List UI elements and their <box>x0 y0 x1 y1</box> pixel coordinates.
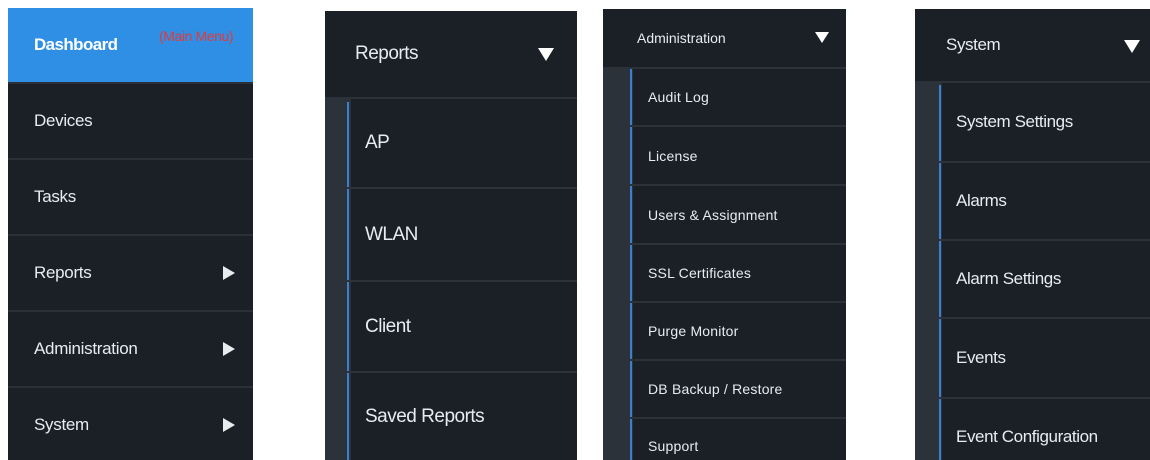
submenu-item-ssl-certificates[interactable]: SSL Certificates <box>633 245 846 301</box>
submenu-item-label: Event Configuration <box>956 427 1098 446</box>
menu-item-devices[interactable]: Devices <box>8 84 253 158</box>
system-submenu-header[interactable]: System <box>915 9 1150 81</box>
submenu-item-saved-reports[interactable]: Saved Reports <box>351 373 577 460</box>
triangle-down-icon <box>538 48 554 61</box>
menu-item-label: Devices <box>34 111 93 130</box>
menu-item-label: Reports <box>34 263 92 282</box>
menu-item-label: Tasks <box>34 187 76 206</box>
triangle-right-icon <box>223 266 235 280</box>
submenu-item-label: System Settings <box>956 112 1073 131</box>
administration-submenu: Administration Audit Log License Users &… <box>603 9 846 460</box>
submenu-item-label: Users & Assignment <box>648 206 778 223</box>
menu-item-system[interactable]: System <box>8 388 253 460</box>
triangle-down-icon <box>1124 40 1140 53</box>
submenu-item-support[interactable]: Support <box>633 419 846 460</box>
administration-submenu-header[interactable]: Administration <box>603 9 846 67</box>
submenu-item-audit-log[interactable]: Audit Log <box>633 69 846 125</box>
submenu-item-label: SSL Certificates <box>648 265 752 281</box>
submenu-item-users-assignment[interactable]: Users & Assignment <box>633 186 846 243</box>
submenu-title: System <box>946 35 1001 54</box>
main-menu: Dashboard (Main Menu) Devices Tasks Repo… <box>8 8 253 460</box>
submenu-item-label: Alarm Settings <box>956 269 1061 288</box>
main-menu-annotation: (Main Menu) <box>159 28 234 44</box>
submenu-accent-line <box>630 69 632 460</box>
menu-item-administration[interactable]: Administration <box>8 312 253 386</box>
reports-submenu-header[interactable]: Reports <box>325 11 577 97</box>
menu-item-label: Administration <box>34 339 138 358</box>
submenu-item-label: Support <box>648 438 699 454</box>
submenu-item-wlan[interactable]: WLAN <box>351 189 577 280</box>
submenu-item-label: Events <box>956 348 1006 367</box>
menu-item-label: Dashboard <box>34 35 118 54</box>
submenu-item-purge-monitor[interactable]: Purge Monitor <box>633 303 846 359</box>
submenu-item-label: License <box>648 147 698 164</box>
menu-item-label: System <box>34 415 89 434</box>
submenu-item-label: Alarms <box>956 191 1007 210</box>
submenu-title: Administration <box>637 30 726 46</box>
submenu-item-label: AP <box>365 132 390 153</box>
submenu-item-event-configuration[interactable]: Event Configuration <box>942 399 1150 460</box>
submenu-item-client[interactable]: Client <box>351 282 577 371</box>
submenu-item-label: Client <box>365 315 411 337</box>
submenu-item-ap[interactable]: AP <box>351 99 577 187</box>
triangle-down-icon <box>815 32 829 43</box>
submenu-item-license[interactable]: License <box>633 127 846 184</box>
submenu-gutter <box>915 81 942 460</box>
system-submenu: System System Settings Alarms Alarm Sett… <box>915 9 1150 460</box>
submenu-item-label: Audit Log <box>648 89 709 105</box>
submenu-item-label: Saved Reports <box>365 405 485 427</box>
triangle-right-icon <box>223 342 235 356</box>
submenu-item-label: WLAN <box>365 223 418 245</box>
submenu-item-events[interactable]: Events <box>942 319 1150 397</box>
submenu-item-alarm-settings[interactable]: Alarm Settings <box>942 241 1150 317</box>
menu-item-tasks[interactable]: Tasks <box>8 160 253 234</box>
menu-item-reports[interactable]: Reports <box>8 236 253 310</box>
submenu-title: Reports <box>355 43 419 64</box>
submenu-item-label: Purge Monitor <box>648 323 739 339</box>
reports-submenu: Reports AP WLAN Client Saved Reports <box>325 11 577 460</box>
submenu-item-system-settings[interactable]: System Settings <box>942 83 1150 161</box>
submenu-item-label: DB Backup / Restore <box>648 381 783 397</box>
submenu-item-alarms[interactable]: Alarms <box>942 163 1150 239</box>
menu-item-dashboard[interactable]: Dashboard (Main Menu) <box>8 8 253 82</box>
triangle-right-icon <box>223 418 235 432</box>
submenu-accent-line <box>939 85 941 460</box>
submenu-item-db-backup-restore[interactable]: DB Backup / Restore <box>633 361 846 417</box>
